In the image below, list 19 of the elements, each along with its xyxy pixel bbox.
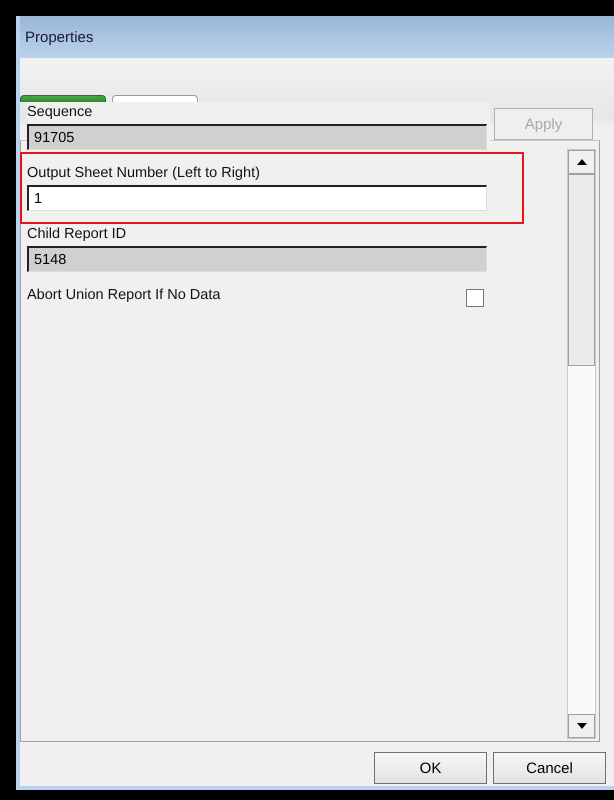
scroll-thumb[interactable] (568, 174, 595, 366)
input-field[interactable]: 5148 (27, 246, 487, 272)
scroll-down-button[interactable] (568, 714, 595, 738)
checkbox[interactable] (466, 289, 484, 307)
checkbox-label: Abort Union Report If No Data (27, 286, 220, 305)
scrollbar[interactable] (567, 149, 596, 739)
field-label: Child Report ID (27, 225, 126, 244)
input-field[interactable]: 1 (27, 185, 487, 211)
down-arrow-icon (576, 723, 586, 729)
field-label: Sequence (27, 103, 92, 122)
input-field[interactable]: 91705 (27, 124, 487, 150)
window-title: Properties (25, 28, 94, 46)
tab[interactable] (20, 95, 106, 102)
dialog-button[interactable]: OK (374, 752, 487, 784)
up-arrow-icon (576, 159, 586, 165)
field-label: Output Sheet Number (Left to Right) (27, 164, 260, 183)
dialog-button[interactable]: Cancel (493, 752, 606, 784)
scroll-up-button[interactable] (568, 150, 595, 174)
tab[interactable] (112, 95, 198, 102)
